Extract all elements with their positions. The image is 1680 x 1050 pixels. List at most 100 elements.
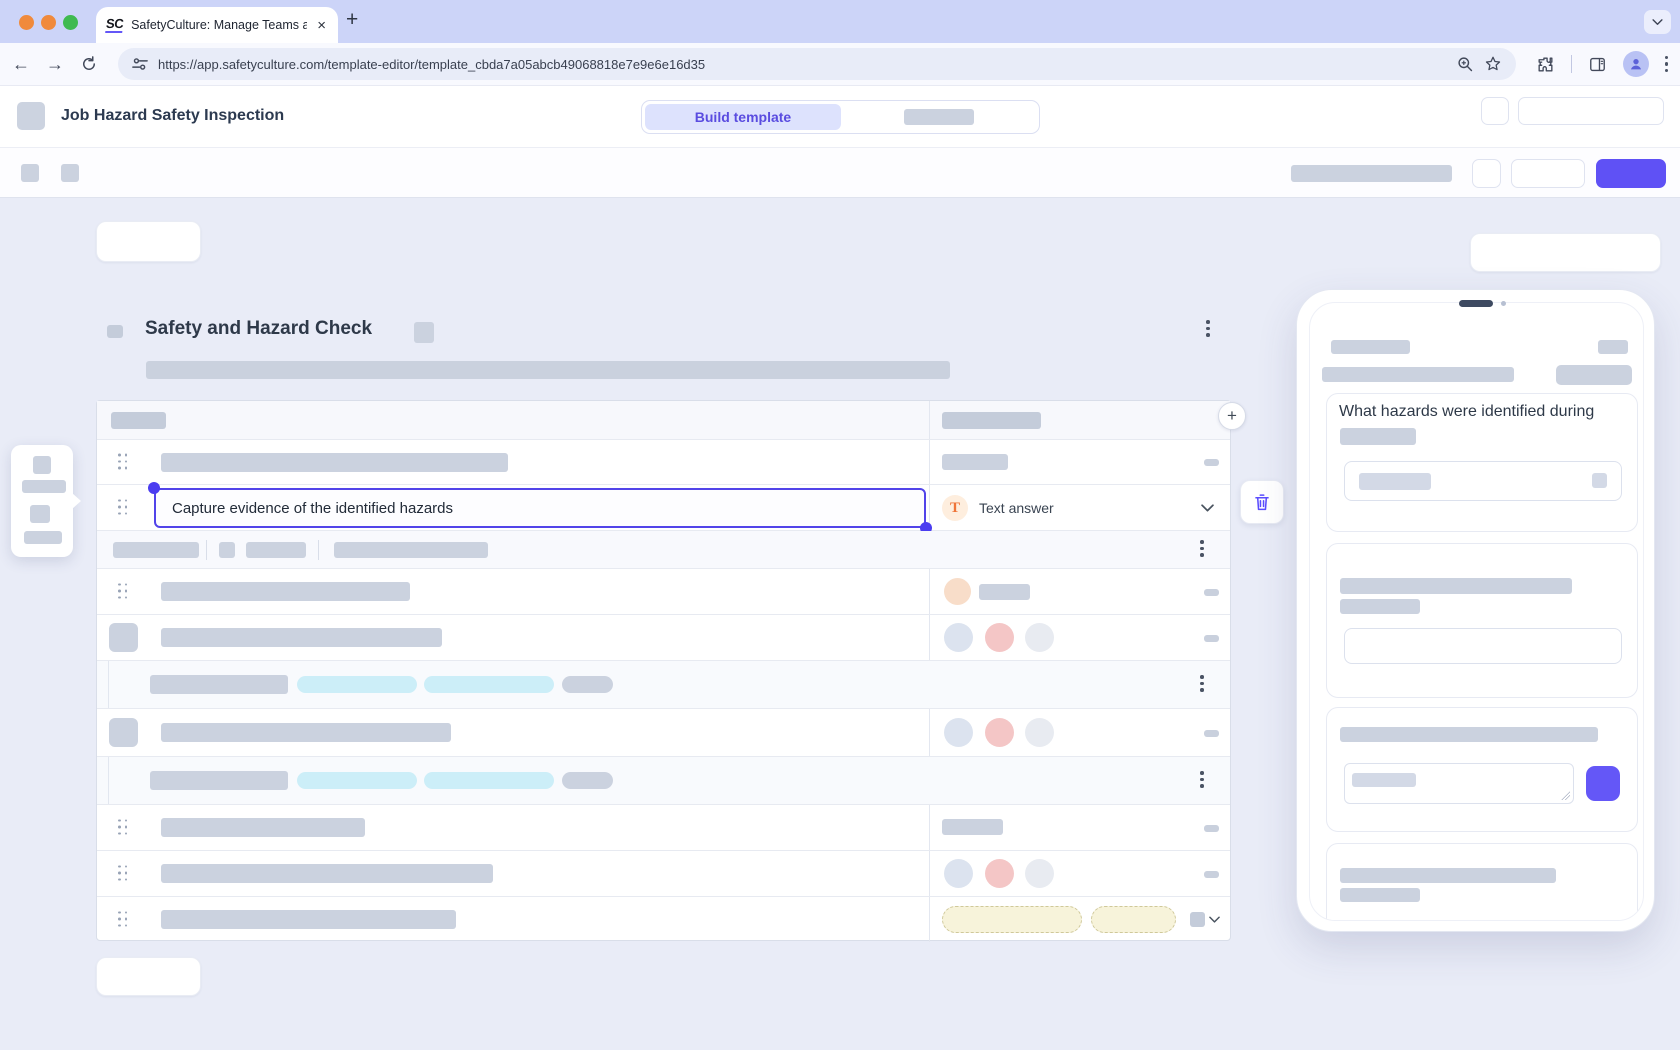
section-menu-button[interactable] bbox=[1206, 320, 1210, 337]
row-overflow-placeholder bbox=[1204, 825, 1219, 832]
question-text-input[interactable]: Capture evidence of the identified hazar… bbox=[154, 488, 926, 528]
question-row[interactable] bbox=[97, 897, 1230, 942]
template-editor-canvas: Safety and Hazard Check Capture evidence… bbox=[0, 198, 1680, 1050]
question-text-skeleton bbox=[161, 453, 508, 472]
required-toggle-skeleton bbox=[113, 542, 199, 558]
reload-button[interactable] bbox=[80, 55, 98, 73]
response-chip-neutral bbox=[944, 623, 973, 652]
drag-handle-icon[interactable] bbox=[118, 499, 129, 516]
multiple-choice-chip[interactable] bbox=[942, 906, 1082, 933]
url-text[interactable]: https://app.safetyculture.com/template-e… bbox=[158, 57, 1447, 72]
add-column-button[interactable]: + bbox=[1218, 402, 1246, 430]
logic-menu-button[interactable] bbox=[1200, 675, 1204, 692]
template-title[interactable]: Job Hazard Safety Inspection bbox=[61, 107, 284, 125]
row-overflow-placeholder bbox=[1204, 730, 1219, 737]
row-overflow-placeholder bbox=[1204, 871, 1219, 878]
drag-handle-icon[interactable] bbox=[118, 911, 129, 928]
header-action-button[interactable] bbox=[1518, 97, 1664, 125]
new-tab-button[interactable]: + bbox=[346, 8, 358, 32]
address-bar[interactable]: https://app.safetyculture.com/template-e… bbox=[118, 48, 1516, 80]
multiple-choice-chip[interactable] bbox=[1091, 906, 1176, 933]
tab-build-template[interactable]: Build template bbox=[645, 104, 841, 130]
browser-tab[interactable]: SC SafetyCulture: Manage Teams and... × bbox=[96, 7, 338, 43]
preview-question-skeleton bbox=[1340, 727, 1598, 742]
window-minimize-button[interactable] bbox=[41, 15, 56, 30]
response-set-checkbox[interactable] bbox=[1190, 912, 1205, 927]
phone-camera bbox=[1501, 301, 1506, 306]
question-text-skeleton bbox=[161, 628, 442, 647]
response-column-header-skeleton bbox=[942, 412, 1041, 429]
response-type-selector[interactable]: Text answer bbox=[979, 500, 1054, 516]
side-panel-icon[interactable] bbox=[1588, 55, 1607, 74]
delete-question-button[interactable] bbox=[1240, 480, 1284, 524]
add-question-bottom-button[interactable] bbox=[96, 957, 201, 996]
question-row[interactable] bbox=[97, 851, 1230, 897]
add-page-top-button[interactable] bbox=[96, 221, 201, 262]
preview-question-text: What hazards were identified during bbox=[1339, 403, 1631, 421]
collapse-section-icon[interactable] bbox=[107, 325, 123, 338]
preview-text-input bbox=[1344, 461, 1622, 501]
question-text-skeleton bbox=[161, 864, 493, 883]
logic-subrow bbox=[97, 661, 1230, 709]
tab-close-icon[interactable]: × bbox=[315, 17, 328, 34]
logic-menu-button[interactable] bbox=[1200, 771, 1204, 788]
window-zoom-button[interactable] bbox=[63, 15, 78, 30]
question-row[interactable] bbox=[97, 440, 1230, 485]
phone-speaker bbox=[1459, 300, 1493, 307]
window-controls bbox=[19, 15, 78, 30]
settings-divider bbox=[206, 540, 207, 560]
question-row[interactable] bbox=[97, 709, 1230, 757]
tooltip-text-skeleton bbox=[24, 531, 62, 544]
toolbar-icon-button[interactable] bbox=[1472, 159, 1501, 188]
preview-textarea bbox=[1344, 763, 1574, 804]
toolbar-secondary-button[interactable] bbox=[1511, 159, 1585, 188]
preview-status-skeleton bbox=[1598, 340, 1628, 354]
profile-avatar[interactable] bbox=[1623, 51, 1649, 77]
header-icon-button[interactable] bbox=[1481, 97, 1509, 125]
bookmark-star-icon[interactable] bbox=[1484, 55, 1502, 73]
forward-button[interactable]: → bbox=[46, 55, 64, 73]
drag-handle-icon[interactable] bbox=[118, 865, 129, 882]
question-row[interactable] bbox=[97, 615, 1230, 661]
site-info-icon[interactable] bbox=[132, 57, 148, 71]
tooltip-icon-skeleton bbox=[33, 456, 51, 474]
publish-button[interactable] bbox=[1596, 159, 1666, 188]
chevron-down-icon[interactable] bbox=[1209, 916, 1220, 924]
resize-handle-icon bbox=[1561, 791, 1570, 800]
response-chip-negative bbox=[985, 623, 1014, 652]
selection-handle-top[interactable] bbox=[148, 482, 160, 494]
row-overflow-placeholder bbox=[1204, 459, 1219, 466]
drag-handle-icon[interactable] bbox=[118, 454, 129, 471]
mobile-preview-panel: What hazards were identified during bbox=[1296, 289, 1655, 932]
question-settings-row bbox=[97, 531, 1230, 569]
logic-condition-skeleton bbox=[150, 675, 288, 694]
browser-menu-button[interactable] bbox=[1665, 56, 1669, 73]
question-menu-button[interactable] bbox=[1200, 540, 1204, 557]
logic-chip-skeleton bbox=[562, 772, 613, 789]
preview-send-button bbox=[1586, 766, 1620, 801]
selected-question-row[interactable]: Capture evidence of the identified hazar… bbox=[97, 485, 1230, 531]
extensions-icon[interactable] bbox=[1536, 55, 1555, 74]
drag-handle-icon[interactable] bbox=[118, 819, 129, 836]
preview-question-card bbox=[1326, 843, 1638, 921]
preview-input-icon-skeleton bbox=[1592, 473, 1607, 488]
back-button[interactable]: ← bbox=[12, 55, 30, 73]
preview-toggle-button[interactable] bbox=[1470, 233, 1661, 272]
preview-placeholder-skeleton bbox=[1359, 473, 1431, 490]
response-chip-neutral bbox=[944, 718, 973, 747]
tab-report-placeholder[interactable] bbox=[841, 104, 1036, 130]
drag-handle-icon[interactable] bbox=[118, 583, 129, 600]
undo-placeholder bbox=[21, 164, 39, 182]
section-title[interactable]: Safety and Hazard Check bbox=[145, 318, 372, 340]
tab-search-button[interactable] bbox=[1644, 10, 1671, 34]
preview-progress-skeleton bbox=[1556, 365, 1632, 385]
tab-title: SafetyCulture: Manage Teams and... bbox=[131, 18, 307, 32]
toolbar-divider bbox=[1571, 55, 1572, 73]
chevron-down-icon[interactable] bbox=[1201, 504, 1214, 513]
question-row[interactable] bbox=[97, 569, 1230, 615]
question-row[interactable] bbox=[97, 805, 1230, 851]
question-icon-placeholder bbox=[109, 718, 138, 747]
zoom-in-icon[interactable] bbox=[1457, 56, 1474, 73]
view-switcher: Build template bbox=[641, 100, 1040, 134]
window-close-button[interactable] bbox=[19, 15, 34, 30]
